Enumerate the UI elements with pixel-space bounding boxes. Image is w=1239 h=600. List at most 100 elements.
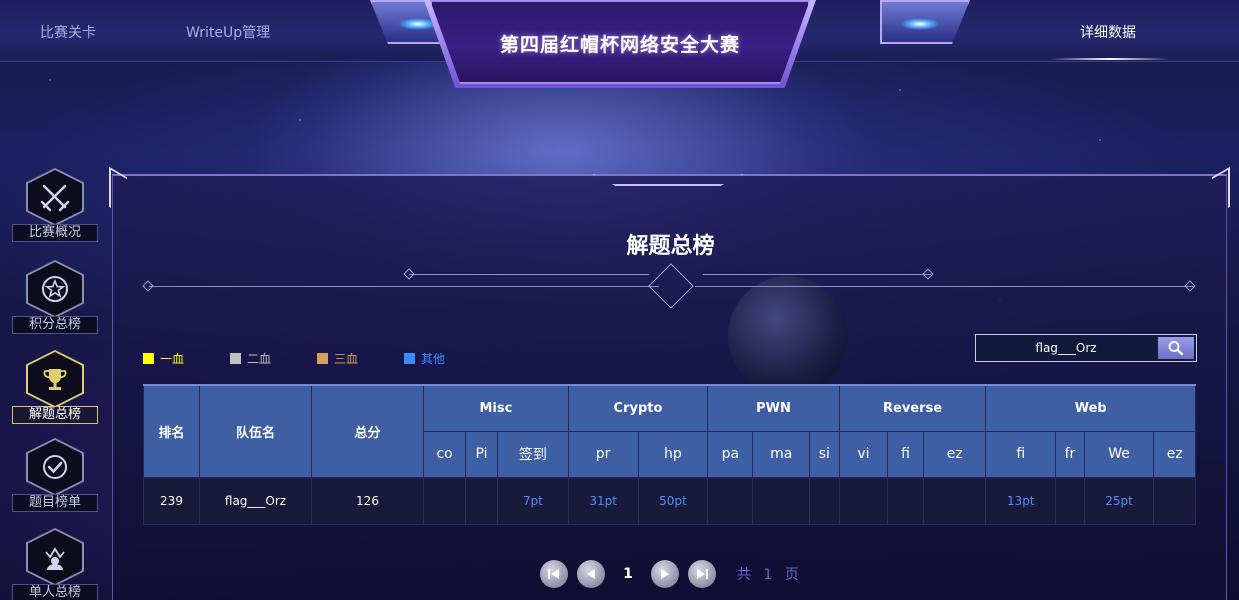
solve-table: 排名 队伍名 总分 Misc Crypto PWN Reverse Web co… (143, 384, 1196, 525)
challenge-header[interactable]: pa (707, 430, 754, 478)
sidebar-item-challenge-list[interactable]: 题目榜单 (12, 438, 98, 512)
score-cell: 25pt (1083, 476, 1155, 525)
title-divider (149, 286, 659, 287)
challenge-header[interactable]: fi (985, 430, 1057, 478)
team-search (975, 334, 1197, 362)
score-cell (465, 476, 498, 525)
next-page-icon (661, 569, 669, 579)
rank-cell: 239 (143, 476, 200, 525)
panel-corner-left (109, 166, 127, 218)
page-title: 解题总榜 (626, 234, 715, 259)
legend-label: 其他 (421, 352, 446, 366)
challenge-header[interactable]: co (422, 430, 467, 478)
check-icon (28, 440, 82, 494)
page-number[interactable]: 1 (614, 566, 642, 582)
legend-label: 二血 (247, 352, 272, 366)
score-cell (809, 476, 840, 525)
header-rank: 排名 (143, 384, 200, 478)
challenge-header[interactable]: fi (887, 430, 925, 478)
legend-swatch (143, 353, 154, 364)
score-cell (422, 476, 467, 525)
pagination: 1 共 1 页 (540, 560, 803, 588)
challenge-header[interactable]: ez (1153, 430, 1196, 478)
trophy-icon (28, 352, 82, 406)
sidebar-item-label: 比赛概况 (12, 224, 98, 242)
last-page-button[interactable] (688, 560, 716, 588)
title-divider (409, 274, 649, 275)
nav-writeup-link[interactable]: WriteUp管理 (186, 22, 270, 42)
challenge-header[interactable]: fr (1055, 430, 1085, 478)
category-header: Reverse (838, 384, 987, 432)
category-header: Web (985, 384, 1196, 432)
challenge-header[interactable]: hp (637, 430, 709, 478)
category-header: Crypto (567, 384, 709, 432)
score-cell (923, 476, 987, 525)
title-divider (695, 286, 1195, 287)
prev-page-button[interactable] (577, 560, 605, 588)
active-nav-underline (1050, 58, 1170, 60)
legend-other: 其他 (404, 350, 445, 367)
site-title: 第四届红帽杯网络安全大赛 (499, 34, 740, 56)
legend-second-blood: 二血 (230, 350, 271, 367)
divider-diamond (922, 268, 934, 280)
search-input[interactable] (976, 335, 1156, 361)
challenge-header[interactable]: 签到 (496, 430, 569, 478)
total-cell: 126 (311, 476, 424, 525)
crown-person-icon (28, 530, 82, 584)
sidebar-item-label: 积分总榜 (12, 316, 98, 334)
header-team: 队伍名 (199, 384, 312, 478)
legend-swatch (404, 353, 416, 364)
sidebar-item-overview[interactable]: 比赛概况 (12, 168, 98, 242)
planet-decoration (728, 276, 848, 396)
prev-page-icon (587, 569, 595, 579)
challenge-header[interactable]: si (809, 430, 840, 478)
score-cell: 31pt (567, 476, 639, 525)
divider-diamond (403, 268, 415, 280)
main-panel: 解题总榜 一血 二血 三血 其他 flag___Orz 排名 队伍名 总分 Mi… (109, 166, 1230, 600)
page-total: 共 1 页 (737, 567, 803, 583)
category-header: PWN (707, 384, 840, 432)
divider-diamond (142, 280, 154, 292)
sidebar-item-score-board[interactable]: 积分总榜 (12, 260, 98, 334)
sidebar-item-solve-board[interactable]: 解题总榜 (12, 350, 98, 424)
legend-label: 三血 (334, 352, 359, 366)
sidebar-item-label: 解题总榜 (12, 406, 98, 424)
score-cell (887, 476, 925, 525)
legend-third-blood: 三血 (317, 350, 358, 367)
title-divider (703, 274, 931, 275)
challenge-header[interactable]: vi (838, 430, 889, 478)
challenge-header[interactable]: ma (752, 430, 810, 478)
header-glow-right (900, 18, 940, 30)
table-row: 239 flag___Orz 126 7pt 31pt 50pt 13pt 25… (143, 476, 1196, 525)
nav-details-link[interactable]: 详细数据 (1080, 22, 1136, 42)
score-cell: 7pt (496, 476, 569, 525)
legend-first-blood: 一血 (143, 350, 184, 367)
search-button[interactable] (1158, 337, 1194, 359)
panel-corner-right (1212, 166, 1230, 218)
header-total: 总分 (311, 384, 424, 478)
legend-swatch (317, 353, 329, 364)
sidebar-item-individual-board[interactable]: 单人总榜 (12, 528, 98, 600)
score-cell (752, 476, 810, 525)
category-header: Misc (423, 384, 569, 432)
first-page-icon (548, 569, 559, 579)
team-cell: flag___Orz (199, 476, 312, 525)
first-page-button[interactable] (540, 560, 568, 588)
swords-icon (28, 170, 82, 224)
challenge-header[interactable]: Pi (465, 430, 498, 478)
score-cell: 50pt (637, 476, 709, 525)
nav-match-link[interactable]: 比赛关卡 (40, 22, 96, 42)
panel-notch (593, 174, 743, 186)
star-badge-icon (28, 262, 82, 316)
score-cell (707, 476, 754, 525)
score-cell (1153, 476, 1196, 525)
score-cell: 13pt (985, 476, 1057, 525)
challenge-header[interactable]: pr (567, 430, 639, 478)
blood-legend: 一血 二血 三血 其他 (143, 350, 445, 367)
sidebar-item-label: 单人总榜 (12, 584, 98, 600)
challenge-header[interactable]: ez (923, 430, 987, 478)
next-page-button[interactable] (651, 560, 679, 588)
score-cell (1055, 476, 1085, 525)
challenge-header[interactable]: We (1083, 430, 1155, 478)
sidebar-item-label: 题目榜单 (12, 494, 98, 512)
